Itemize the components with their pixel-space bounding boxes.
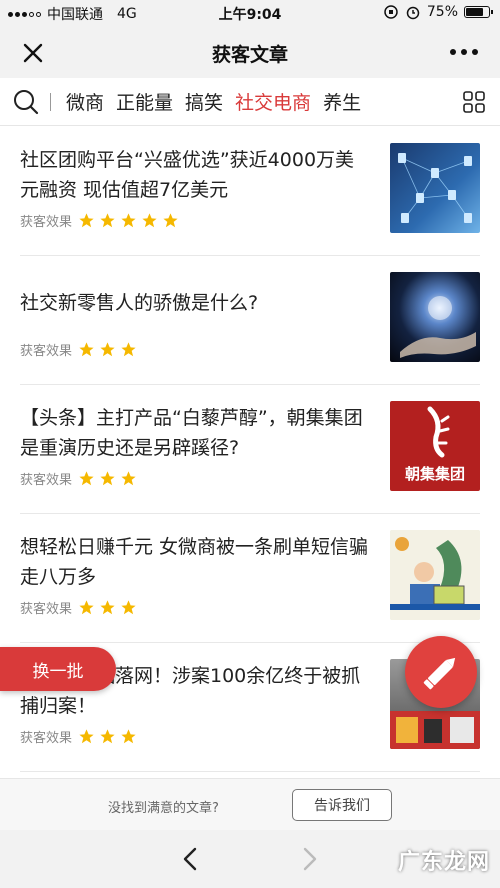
network-graph-art	[398, 153, 472, 223]
star-icon	[79, 729, 94, 744]
star-icon	[100, 342, 115, 357]
status-bar: 中国联通 4G 上午9:04 75%	[0, 0, 500, 26]
tab-weishang[interactable]: 微商	[66, 88, 104, 115]
article-meta: 获客效果	[20, 598, 137, 617]
star-icon	[100, 600, 115, 615]
battery-percent: 75%	[426, 4, 458, 20]
star-icon	[79, 471, 94, 486]
cartoon-art	[390, 530, 480, 620]
article-title[interactable]: 【头条】主打产品“白藜芦醇”，朝集集团是重演历史还是另辟蹊径?	[20, 403, 370, 463]
star-icon	[121, 342, 136, 357]
article-meta: 获客效果	[20, 727, 137, 746]
tab-divider	[50, 93, 51, 111]
article-meta: 获客效果	[20, 211, 179, 230]
star-icon	[79, 600, 94, 615]
article-item[interactable]: 【头条】主打产品“白藜芦醇”，朝集集团是重演历史还是另辟蹊径? 获客效果 朝集集…	[20, 385, 480, 514]
feedback-bar: 没找到满意的文章? 告诉我们	[0, 778, 500, 830]
grid-icon[interactable]	[462, 90, 486, 114]
star-icon	[79, 342, 94, 357]
article-item[interactable]: 想轻松日赚千元 女微商被一条刷单短信骗走八万多 获客效果	[20, 514, 480, 643]
meta-label: 获客效果	[20, 473, 73, 488]
rating-stars	[78, 728, 137, 745]
star-icon	[121, 729, 136, 744]
cartoon-image[interactable]	[390, 530, 480, 620]
meta-label: 获客效果	[20, 215, 73, 230]
nav-bar: 获客文章	[0, 26, 500, 78]
rating-stars	[78, 599, 137, 616]
brand-logo-image[interactable]: 朝集集团	[390, 401, 480, 491]
article-title[interactable]: 想轻松日赚千元 女微商被一条刷单短信骗走八万多	[20, 532, 370, 592]
status-right: 75%	[383, 4, 493, 20]
star-icon	[100, 471, 115, 486]
write-article-button[interactable]	[405, 636, 477, 708]
rating-stars	[78, 341, 137, 358]
star-icon	[121, 600, 136, 615]
feedback-prompt: 没找到满意的文章?	[108, 801, 219, 816]
article-item[interactable]: 社区团购平台“兴盛优选”获近4000万美元融资 现估值超7亿美元 获客效果	[20, 127, 480, 256]
article-item[interactable]: 社交新零售人的骄傲是什么? 获客效果	[20, 256, 480, 385]
tab-health[interactable]: 养生	[323, 88, 361, 115]
star-icon	[121, 213, 136, 228]
star-icon	[121, 471, 136, 486]
battery-fill	[466, 8, 483, 16]
tell-us-button[interactable]: 告诉我们	[292, 789, 392, 821]
page-title: 获客文章	[211, 44, 288, 66]
watermark-text: 广东龙网	[397, 850, 490, 875]
rating-stars	[78, 212, 179, 229]
search-icon[interactable]	[12, 88, 40, 116]
tab-funny[interactable]: 搞笑	[185, 88, 223, 115]
meta-label: 获客效果	[20, 344, 73, 359]
refresh-batch-button[interactable]: 换一批	[0, 647, 116, 691]
brand-logo-text: 朝集集团	[404, 465, 465, 483]
chevron-right-icon[interactable]	[296, 846, 322, 872]
star-icon	[163, 213, 178, 228]
star-icon	[100, 729, 115, 744]
tab-list: 微商 正能量 搞笑 社交电商 养生	[66, 88, 361, 115]
rating-stars	[78, 470, 137, 487]
article-meta: 获客效果	[20, 340, 137, 359]
close-icon[interactable]	[18, 38, 48, 68]
star-icon	[79, 213, 94, 228]
pencil-icon	[423, 657, 456, 690]
star-icon	[100, 213, 115, 228]
more-icon[interactable]	[448, 44, 480, 60]
article-title[interactable]: 社区团购平台“兴盛优选”获近4000万美元融资 现估值超7亿美元	[20, 145, 370, 205]
glowing-hand-art	[400, 296, 476, 358]
rotation-lock-icon	[384, 5, 398, 19]
alarm-icon	[406, 6, 420, 20]
category-tabs: 微商 正能量 搞笑 社交电商 养生	[0, 78, 500, 126]
network-graph-image[interactable]	[390, 143, 480, 233]
meta-label: 获客效果	[20, 602, 73, 617]
battery-icon	[464, 6, 493, 18]
meta-label: 获客效果	[20, 731, 73, 746]
glowing-hand-image[interactable]	[390, 272, 480, 362]
tab-positive-energy[interactable]: 正能量	[116, 88, 173, 115]
chevron-left-icon[interactable]	[178, 846, 204, 872]
browser-toolbar: 广东龙网	[0, 830, 500, 888]
article-meta: 获客效果	[20, 469, 137, 488]
star-icon	[142, 213, 157, 228]
article-title[interactable]: 社交新零售人的骄傲是什么?	[20, 288, 370, 318]
tab-social-ecommerce[interactable]: 社交电商	[235, 88, 311, 115]
